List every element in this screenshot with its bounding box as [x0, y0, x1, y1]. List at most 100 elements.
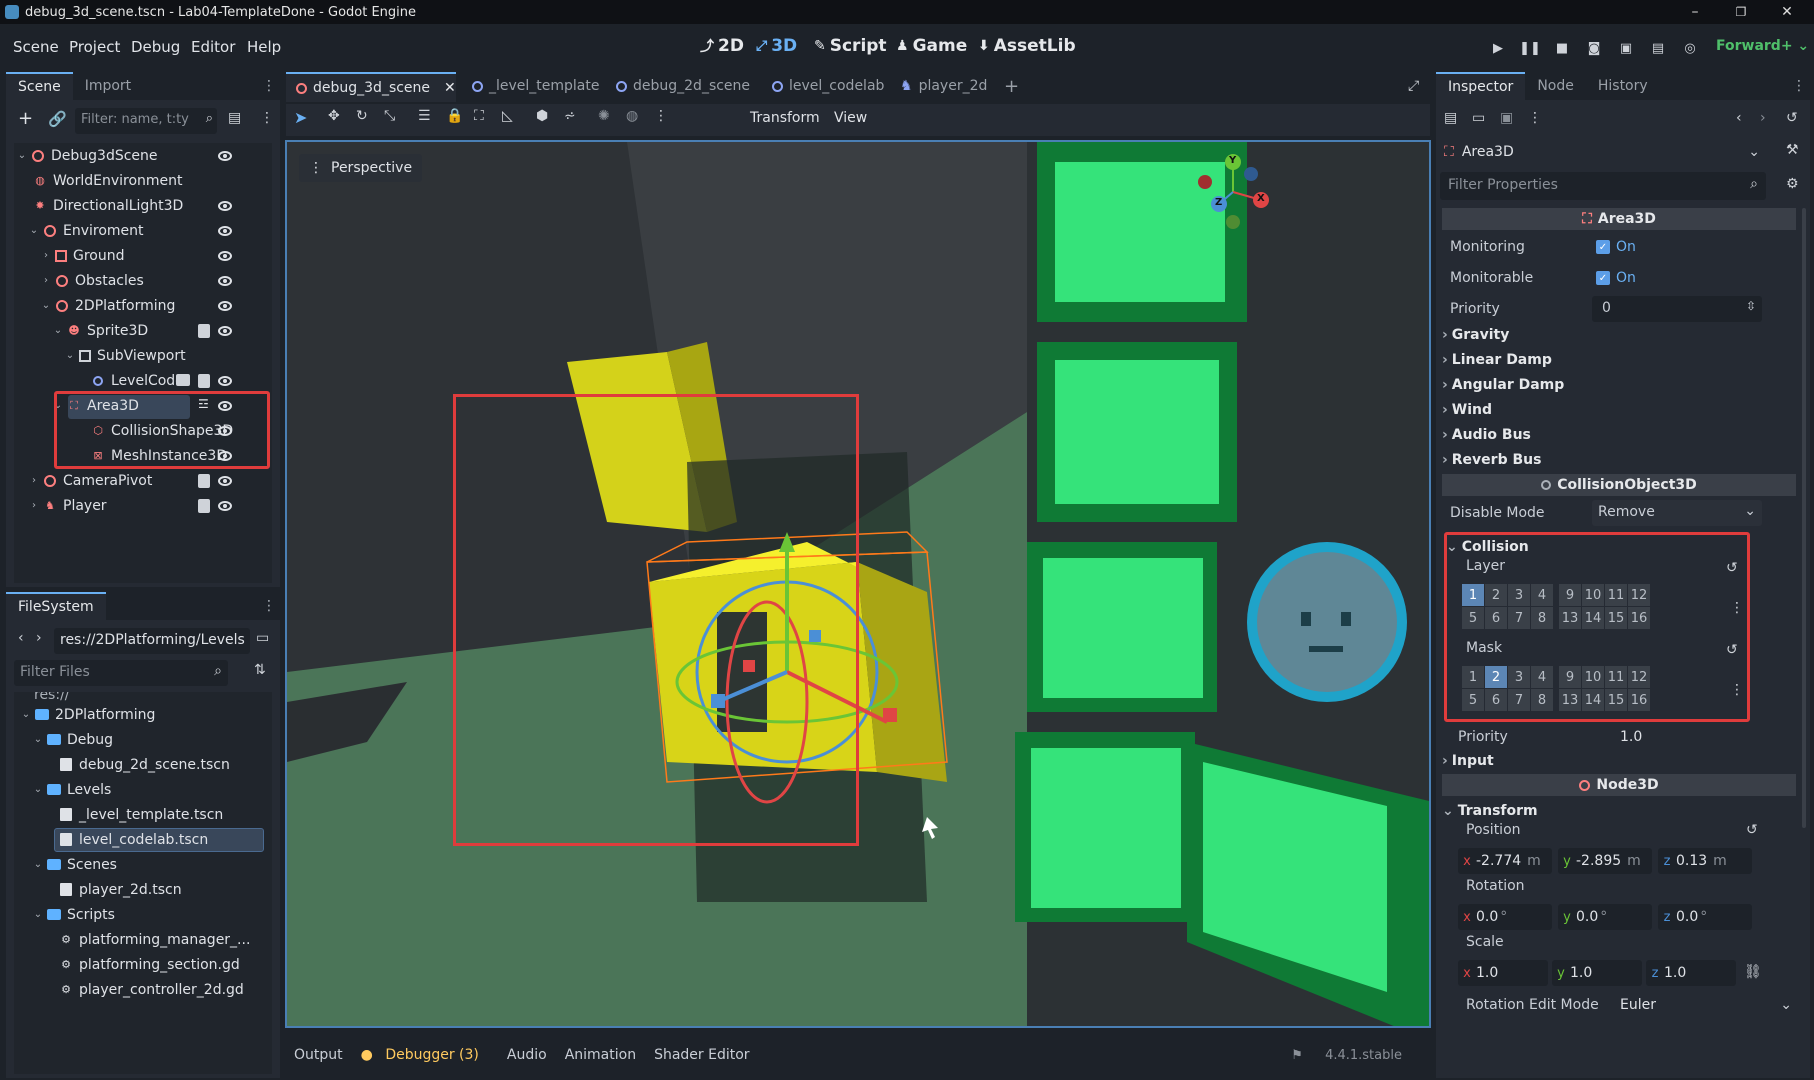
scene-tab[interactable]: level_codelab: [772, 78, 884, 94]
group-collision[interactable]: ⌄ Collision: [1446, 536, 1796, 558]
property-monitoring[interactable]: Monitoring ✓ On: [1444, 234, 1796, 260]
script-attached-icon[interactable]: [198, 499, 210, 513]
view-menu[interactable]: View: [834, 110, 867, 126]
renderer-select[interactable]: Forward+ ⌄: [1716, 38, 1809, 54]
more-icon[interactable]: ⋮: [1528, 110, 1542, 126]
filter-properties-input[interactable]: Filter Properties ⌕: [1440, 172, 1766, 200]
menu-editor[interactable]: Editor: [191, 38, 235, 56]
menu-project[interactable]: Project: [69, 38, 120, 56]
file-item[interactable]: player_2d.tscn: [56, 877, 182, 902]
layer-bit[interactable]: 1: [1462, 584, 1484, 606]
movie-maker-icon[interactable]: ◎: [1679, 38, 1701, 58]
perspective-menu[interactable]: ⋮ Perspective: [299, 154, 423, 182]
tab-audio[interactable]: Audio: [507, 1047, 547, 1063]
group-linear-damp[interactable]: › Linear Damp: [1442, 349, 1796, 371]
position-x-field[interactable]: x -2.774 m: [1458, 848, 1552, 874]
save-icon[interactable]: ▣: [1500, 110, 1513, 126]
property-priority[interactable]: Priority 0 ⇳: [1444, 296, 1796, 322]
layer-bit[interactable]: 12: [1628, 666, 1650, 688]
tree-node-camerapivot[interactable]: › CameraPivot: [28, 468, 152, 493]
more-icon[interactable]: ⋮: [1730, 600, 1744, 616]
script-attached-icon[interactable]: [198, 474, 210, 488]
node-config-icon[interactable]: ⚒: [1786, 142, 1799, 158]
tree-node-directionallight3d[interactable]: ✸ DirectionalLight3D: [30, 193, 183, 218]
dock-menu-icon[interactable]: ⋮: [262, 78, 276, 94]
instance-icon[interactable]: [176, 374, 190, 386]
scene-tab[interactable]: _level_template: [472, 78, 600, 94]
layer-bit[interactable]: 15: [1605, 607, 1627, 629]
remote-debug-icon[interactable]: ◙: [1583, 38, 1605, 58]
more-icon[interactable]: ⋮: [654, 108, 668, 124]
group-gravity[interactable]: › Gravity: [1442, 324, 1796, 346]
position-y-field[interactable]: y -2.895 m: [1558, 848, 1652, 874]
script-attached-icon[interactable]: [198, 374, 210, 388]
rotation-y-field[interactable]: y 0.0 °: [1558, 904, 1652, 930]
layer-bit[interactable]: 7: [1508, 689, 1530, 711]
tab-import[interactable]: Import: [73, 72, 143, 100]
group-audio-bus[interactable]: › Audio Bus: [1442, 424, 1796, 446]
layer-bit[interactable]: 8: [1531, 689, 1553, 711]
forward-icon[interactable]: ›: [36, 630, 42, 646]
close-tab-icon[interactable]: ✕: [444, 80, 456, 96]
tree-node-debug3dscene[interactable]: ⌄ Debug3dScene: [16, 143, 158, 168]
layer-bit[interactable]: 11: [1605, 666, 1627, 688]
inspector-scrollbar[interactable]: [1802, 208, 1806, 828]
transform-menu[interactable]: Transform: [750, 110, 820, 126]
layer-bit[interactable]: 7: [1508, 607, 1530, 629]
tab-debugger[interactable]: ● Debugger (3): [361, 1047, 489, 1063]
layer-bit[interactable]: 11: [1605, 584, 1627, 606]
tab-scene[interactable]: Scene: [6, 72, 73, 100]
move-tool-icon[interactable]: ✥: [328, 108, 340, 124]
snap-icon[interactable]: ⩫: [564, 108, 576, 124]
path-field[interactable]: res://2DPlatforming/Levels: [54, 628, 250, 654]
layer-bit[interactable]: 2: [1485, 584, 1507, 606]
layer-bit[interactable]: 12: [1628, 584, 1650, 606]
layer-bit[interactable]: 1: [1462, 666, 1484, 688]
menu-help[interactable]: Help: [247, 38, 281, 56]
tree-node-sprite3d[interactable]: ⌄ ☻ Sprite3D: [52, 318, 148, 343]
select-tool-icon[interactable]: ➤: [294, 108, 307, 127]
sort-icon[interactable]: ⇅: [254, 662, 266, 678]
file-item[interactable]: ⚙ platforming_section.gd: [56, 952, 240, 977]
script-attached-icon[interactable]: [198, 324, 210, 338]
layer-bit[interactable]: 10: [1582, 584, 1604, 606]
rotation-x-field[interactable]: x 0.0 °: [1458, 904, 1552, 930]
collision-mask-grid[interactable]: 1 2 3 4 9 10 11 12 5 6 7 8 13 14 15 16: [1462, 666, 1650, 711]
visibility-eye-icon[interactable]: [218, 201, 232, 211]
tab-animation[interactable]: Animation: [565, 1047, 636, 1063]
visibility-eye-icon[interactable]: [218, 276, 232, 286]
more-icon[interactable]: ⋮: [1730, 682, 1744, 698]
link-icon[interactable]: ⛓: [1744, 964, 1762, 980]
visibility-eye-icon[interactable]: [218, 226, 232, 236]
checkbox-monitoring[interactable]: ✓: [1596, 240, 1610, 254]
tree-node-levelcodel[interactable]: LevelCodel: [76, 368, 188, 393]
tab-node[interactable]: Node: [1525, 72, 1586, 100]
file-item-selected[interactable]: level_codelab.tscn: [56, 827, 208, 852]
folder-item[interactable]: ⌄ Scenes: [32, 852, 117, 877]
more-icon[interactable]: ⋮: [260, 110, 274, 126]
layer-bit[interactable]: 4: [1531, 584, 1553, 606]
layer-bit[interactable]: 5: [1462, 607, 1484, 629]
tab-inspector[interactable]: Inspector: [1436, 72, 1526, 100]
minimize-button[interactable]: –: [1672, 0, 1718, 24]
group-wind[interactable]: › Wind: [1442, 399, 1796, 421]
stop-icon[interactable]: ■: [1551, 38, 1573, 58]
group-angular-damp[interactable]: › Angular Damp: [1442, 374, 1796, 396]
layer-bit[interactable]: 15: [1605, 689, 1627, 711]
scene-tab[interactable]: ♞ player_2d: [900, 78, 987, 94]
local-space-icon[interactable]: ⬢: [536, 108, 548, 124]
revert-icon[interactable]: ↺: [1746, 822, 1758, 838]
layer-bit[interactable]: 9: [1559, 584, 1581, 606]
layer-bit[interactable]: 16: [1628, 689, 1650, 711]
property-disable-mode[interactable]: Disable Mode Remove ⌄: [1444, 500, 1796, 526]
group-icon[interactable]: ⛶: [474, 108, 484, 124]
play-custom-icon[interactable]: ▤: [1647, 38, 1669, 58]
group-transform[interactable]: ⌄ Transform: [1442, 800, 1796, 822]
history-forward-icon[interactable]: ›: [1760, 110, 1766, 126]
file-item[interactable]: _level_template.tscn: [56, 802, 223, 827]
layer-bit[interactable]: 14: [1582, 607, 1604, 629]
scene-tab[interactable]: debug_2d_scene: [616, 78, 750, 94]
file-item[interactable]: ⚙ platforming_manager_...: [56, 927, 250, 952]
close-button[interactable]: ✕: [1764, 0, 1810, 24]
workspace-2d[interactable]: ⤴ 2D: [700, 36, 744, 56]
